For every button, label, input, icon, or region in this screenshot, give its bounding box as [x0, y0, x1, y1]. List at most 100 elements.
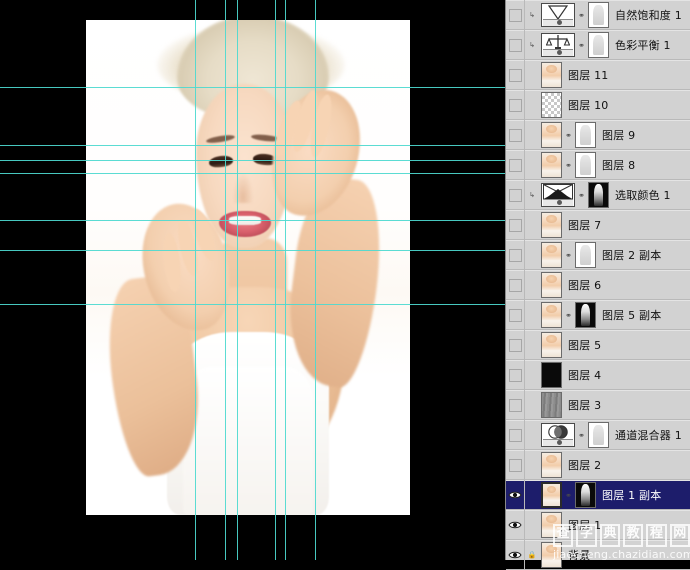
layer-row[interactable]: ⚭ 图层 9: [506, 120, 690, 150]
layer-mask-thumbnail[interactable]: [575, 152, 596, 178]
layer-thumbnail[interactable]: [541, 212, 562, 238]
layer-row[interactable]: ↳ ⚭ 选取颜色 1: [506, 180, 690, 210]
mask-link-icon[interactable]: ⚭: [564, 489, 573, 501]
layer-thumbnail[interactable]: [541, 362, 562, 388]
eye-hidden-toggle[interactable]: [506, 60, 525, 90]
layer-mask-thumbnail[interactable]: [588, 32, 609, 58]
eye-visible-icon[interactable]: [506, 540, 525, 570]
horizontal-guide[interactable]: [0, 220, 505, 221]
eye-visible-icon[interactable]: [506, 510, 525, 540]
layer-thumbnail[interactable]: [541, 152, 562, 178]
layer-thumbnail[interactable]: [541, 542, 562, 568]
eye-hidden-toggle[interactable]: [506, 390, 525, 420]
layer-row[interactable]: ↳ ⚭ 自然饱和度 1: [506, 0, 690, 30]
layer-mask-thumbnail[interactable]: [588, 422, 609, 448]
layer-thumbnails[interactable]: [539, 362, 562, 388]
mask-link-icon[interactable]: ⚭: [564, 309, 573, 321]
layer-thumbnails[interactable]: [539, 62, 562, 88]
layer-name-label[interactable]: 图层 6: [568, 277, 601, 293]
layer-row[interactable]: ↳ ⚭ 色彩平衡 1: [506, 30, 690, 60]
layer-row[interactable]: 🔒 背景: [506, 540, 690, 570]
layer-row[interactable]: 图层 1: [506, 510, 690, 540]
layer-thumbnail[interactable]: [541, 122, 562, 148]
layer-mask-thumbnail[interactable]: [575, 482, 596, 508]
layer-name-label[interactable]: 图层 2: [568, 457, 601, 473]
layer-thumbnails[interactable]: ⚭: [539, 182, 609, 208]
eye-hidden-toggle[interactable]: [506, 90, 525, 120]
mask-link-icon[interactable]: ⚭: [577, 9, 586, 21]
layer-thumbnails[interactable]: [539, 512, 562, 538]
eye-hidden-toggle[interactable]: [506, 0, 525, 30]
layer-thumbnails[interactable]: ⚭: [539, 302, 596, 328]
layer-name-label[interactable]: 图层 11: [568, 67, 609, 83]
mask-link-icon[interactable]: ⚭: [564, 249, 573, 261]
layer-mask-thumbnail[interactable]: [575, 302, 596, 328]
layer-thumbnail[interactable]: [541, 332, 562, 358]
layer-thumbnails[interactable]: ⚭: [539, 32, 609, 58]
eye-visible-icon[interactable]: [506, 480, 525, 510]
layer-row[interactable]: ⚭ 图层 2 副本: [506, 240, 690, 270]
layer-thumbnails[interactable]: [539, 272, 562, 298]
layer-name-label[interactable]: 图层 3: [568, 397, 601, 413]
layer-thumbnails[interactable]: [539, 452, 562, 478]
layer-mask-thumbnail[interactable]: [588, 2, 609, 28]
vertical-guide[interactable]: [195, 0, 196, 560]
layer-thumbnail[interactable]: [541, 62, 562, 88]
eye-hidden-toggle[interactable]: [506, 120, 525, 150]
layer-name-label[interactable]: 图层 10: [568, 97, 609, 113]
layer-mask-thumbnail[interactable]: [588, 182, 609, 208]
layer-thumbnail[interactable]: [541, 452, 562, 478]
layer-thumbnails[interactable]: [539, 212, 562, 238]
layers-panel[interactable]: ↳ ⚭ 自然饱和度 1 ↳ ⚭ 色彩平衡 1 图层 11 图层 10 ⚭ 图层 9 ⚭ 图层 8 ↳ ⚭ 选…: [505, 0, 690, 570]
layer-thumbnail[interactable]: [541, 392, 562, 418]
selective-color-icon[interactable]: [541, 183, 575, 207]
layer-thumbnails[interactable]: ⚭: [539, 122, 596, 148]
layer-thumbnails[interactable]: ⚭: [539, 152, 596, 178]
color-balance-icon[interactable]: [541, 33, 575, 57]
layer-name-label[interactable]: 选取颜色 1: [615, 187, 671, 203]
vertical-guide[interactable]: [315, 0, 316, 560]
layer-name-label[interactable]: 图层 1 副本: [602, 487, 661, 503]
layer-name-label[interactable]: 图层 9: [602, 127, 635, 143]
layer-row[interactable]: 图层 6: [506, 270, 690, 300]
layer-thumbnail[interactable]: [541, 512, 562, 538]
eye-hidden-toggle[interactable]: [506, 180, 525, 210]
horizontal-guide[interactable]: [0, 160, 505, 161]
horizontal-guide[interactable]: [0, 304, 505, 305]
layer-thumbnail[interactable]: [541, 242, 562, 268]
vertical-guide[interactable]: [225, 0, 226, 560]
layer-row[interactable]: 图层 3: [506, 390, 690, 420]
layer-thumbnails[interactable]: [539, 392, 562, 418]
mask-link-icon[interactable]: ⚭: [564, 129, 573, 141]
eye-hidden-toggle[interactable]: [506, 330, 525, 360]
layer-name-label[interactable]: 图层 1: [568, 517, 601, 533]
layer-row[interactable]: 图层 7: [506, 210, 690, 240]
vertical-guide[interactable]: [275, 0, 276, 560]
horizontal-guide[interactable]: [0, 87, 505, 88]
eye-hidden-toggle[interactable]: [506, 450, 525, 480]
vibrance-icon[interactable]: [541, 3, 575, 27]
layer-name-label[interactable]: 图层 7: [568, 217, 601, 233]
mask-link-icon[interactable]: ⚭: [577, 189, 586, 201]
layer-thumbnails[interactable]: ⚭: [539, 242, 596, 268]
eye-hidden-toggle[interactable]: [506, 210, 525, 240]
horizontal-guide[interactable]: [0, 250, 505, 251]
layer-mask-thumbnail[interactable]: [575, 122, 596, 148]
layer-row[interactable]: ⚭ 图层 1 副本: [506, 480, 690, 510]
layer-name-label[interactable]: 图层 5 副本: [602, 307, 661, 323]
horizontal-guide[interactable]: [0, 173, 505, 174]
horizontal-guide[interactable]: [0, 145, 505, 146]
layer-thumbnails[interactable]: ⚭: [539, 482, 596, 508]
layer-row[interactable]: 图层 4: [506, 360, 690, 390]
layer-name-label[interactable]: 图层 2 副本: [602, 247, 661, 263]
layer-thumbnails[interactable]: [539, 92, 562, 118]
layer-name-label[interactable]: 图层 5: [568, 337, 601, 353]
layer-row[interactable]: ⚭ 通道混合器 1: [506, 420, 690, 450]
layer-name-label[interactable]: 背景: [568, 547, 590, 563]
layer-name-label[interactable]: 通道混合器 1: [615, 427, 682, 443]
layer-name-label[interactable]: 图层 4: [568, 367, 601, 383]
layer-row[interactable]: 图层 10: [506, 90, 690, 120]
layer-thumbnails[interactable]: ⚭: [539, 422, 609, 448]
mask-link-icon[interactable]: ⚭: [564, 159, 573, 171]
mask-link-icon[interactable]: ⚭: [577, 39, 586, 51]
